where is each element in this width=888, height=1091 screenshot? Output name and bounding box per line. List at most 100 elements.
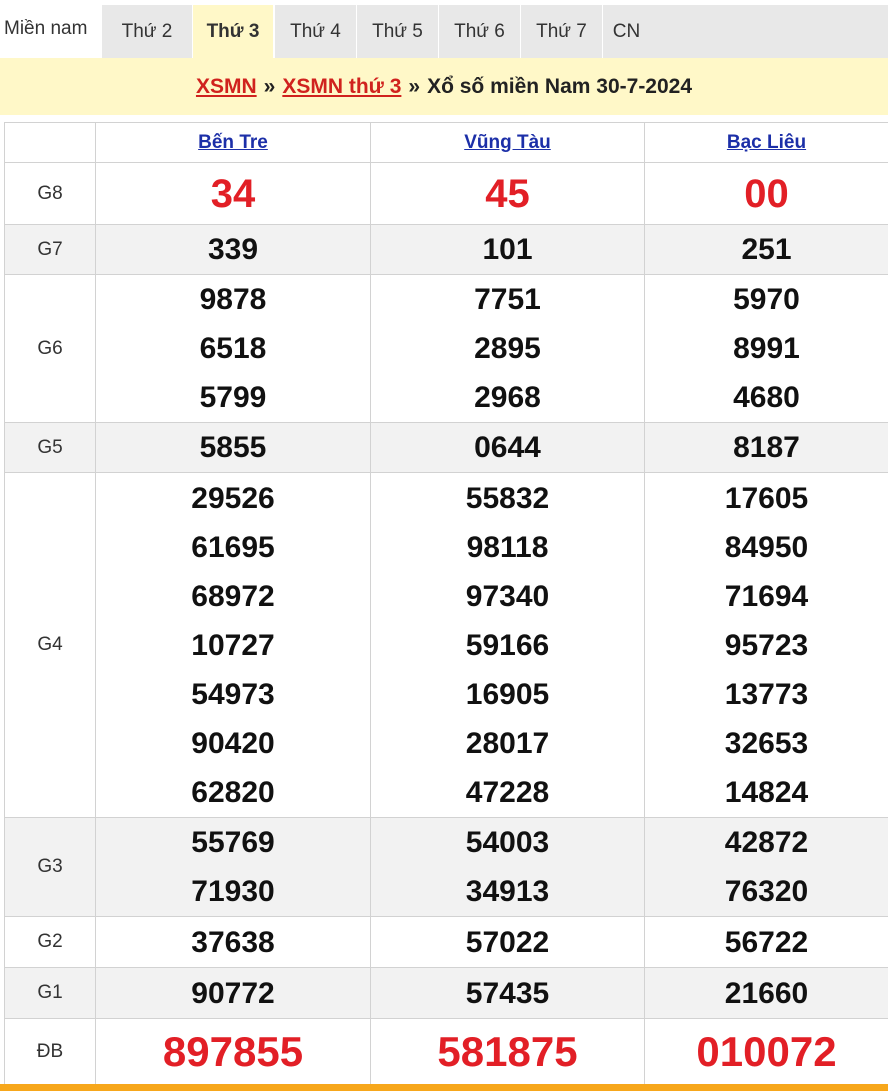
prize-number: 00 [744, 171, 789, 216]
prize-number: 37638 [191, 925, 275, 959]
prize-number: 98118 [466, 530, 549, 564]
prize-cell: 21660 [644, 967, 888, 1019]
prize-number: 97340 [465, 579, 550, 613]
prize-number: 54973 [191, 677, 275, 711]
prize-cell: 339 [95, 224, 371, 275]
prize-row-g1: G1 90772 57435 21660 [4, 967, 888, 1019]
prize-number: 34913 [465, 875, 550, 908]
prize-label: G2 [4, 916, 96, 968]
province-link-vung-tau[interactable]: Vũng Tàu [464, 132, 551, 153]
prize-number: 62820 [191, 775, 275, 809]
prize-row-g6: G6 9878 6518 5799 7751 2895 2968 5970 8991 4680 [4, 274, 888, 423]
prize-label: G6 [4, 274, 96, 423]
province-header: Bạc Liêu [644, 122, 888, 163]
prize-cell: 5970 8991 4680 [644, 274, 888, 423]
tab-thu-3[interactable]: Thứ 3 [192, 5, 274, 58]
xsmn-link[interactable]: XSMN [196, 75, 257, 99]
prize-row-g7: G7 339 101 251 [4, 224, 888, 275]
province-link-bac-lieu[interactable]: Bạc Liêu [727, 132, 806, 153]
tab-thu-7[interactable]: Thứ 7 [520, 5, 602, 58]
prize-number: 42872 [724, 826, 809, 859]
prize-number: 55769 [191, 826, 275, 859]
prize-cell: 8187 [644, 422, 888, 473]
prize-number: 8187 [733, 431, 800, 464]
breadcrumb-separator: » [263, 74, 276, 98]
prize-row-g4: G4 29526 61695 68972 10727 54973 90420 62820 558… [4, 472, 888, 818]
prize-cell: 101 [370, 224, 645, 275]
prize-label: G4 [4, 472, 96, 818]
xsmn-thu-3-link[interactable]: XSMN thứ 3 [282, 75, 401, 99]
prize-cell: 90772 [95, 967, 371, 1019]
prize-number: 9878 [199, 283, 267, 316]
breadcrumb-separator: » [408, 74, 421, 98]
prize-label: G3 [4, 817, 96, 917]
prize-number: 251 [741, 233, 792, 266]
tab-thu-2[interactable]: Thứ 2 [101, 5, 192, 58]
prize-number: 59166 [465, 628, 550, 662]
prize-cell: 251 [644, 224, 888, 275]
prize-number: 32653 [724, 726, 809, 760]
prize-row-g3: G3 55769 71930 54003 34913 42872 76320 [4, 817, 888, 917]
prize-number: 55832 [465, 481, 550, 515]
prize-cell: 55832 98118 97340 59166 16905 28017 47228 [370, 472, 645, 818]
province-link-ben-tre[interactable]: Bến Tre [198, 132, 268, 153]
province-header-row: Bến Tre Vũng Tàu Bạc Liêu [4, 122, 888, 163]
prize-cell: 45 [370, 162, 645, 225]
prize-number: 2895 [474, 332, 541, 365]
prize-number: 339 [207, 233, 259, 266]
tab-thu-6[interactable]: Thứ 6 [438, 5, 520, 58]
prize-cell: 57022 [370, 916, 645, 968]
prize-cell: 17605 84950 71694 95723 13773 32653 14824 [644, 472, 888, 818]
prize-number: 16905 [465, 677, 550, 711]
prize-number: 14824 [724, 775, 809, 809]
prize-number: 0644 [474, 431, 541, 464]
prize-number: 581875 [437, 1028, 578, 1075]
province-header: Bến Tre [95, 122, 371, 163]
prize-number: 84950 [724, 530, 809, 564]
prize-number: 29526 [191, 481, 275, 515]
prize-number: 4680 [733, 381, 800, 414]
prize-cell: 7751 2895 2968 [370, 274, 645, 423]
prize-cell: 37638 [95, 916, 371, 968]
prize-number: 61695 [191, 530, 275, 564]
prize-number: 2968 [474, 381, 541, 414]
prize-number: 7751 [474, 283, 541, 316]
bottom-accent-bar [0, 1084, 888, 1091]
tab-thu-5[interactable]: Thứ 5 [356, 5, 438, 58]
prize-label: ĐB [4, 1018, 96, 1086]
prize-number: 13773 [724, 677, 809, 711]
empty-header-cell [4, 122, 96, 163]
page-title: Xổ số miền Nam 30-7-2024 [427, 74, 693, 98]
prize-number: 57435 [465, 976, 550, 1010]
province-header: Vũng Tàu [370, 122, 645, 163]
prize-label: G5 [4, 422, 96, 473]
prize-row-g2: G2 37638 57022 56722 [4, 916, 888, 968]
prize-row-g5: G5 5855 0644 8187 [4, 422, 888, 473]
tab-cn[interactable]: CN [602, 5, 650, 58]
prize-number: 76320 [724, 875, 809, 908]
tab-thu-4[interactable]: Thứ 4 [274, 5, 356, 58]
prize-cell: 9878 6518 5799 [95, 274, 371, 423]
prize-cell: 54003 34913 [370, 817, 645, 917]
prize-cell: 0644 [370, 422, 645, 473]
prize-cell: 57435 [370, 967, 645, 1019]
prize-number: 45 [485, 171, 530, 216]
prize-number: 6518 [199, 332, 267, 365]
prize-number: 68972 [191, 579, 275, 613]
prize-cell: 56722 [644, 916, 888, 968]
prize-number: 28017 [465, 726, 550, 760]
prize-number: 57022 [465, 925, 550, 959]
prize-number: 90420 [191, 726, 275, 760]
lottery-results-table: Bến Tre Vũng Tàu Bạc Liêu G8 34 45 00 G7 339… [4, 122, 888, 1086]
prize-label: G7 [4, 224, 96, 275]
prize-cell: 55769 71930 [95, 817, 371, 917]
prize-number: 34 [210, 171, 256, 216]
prize-cell: 5855 [95, 422, 371, 473]
prize-cell: 010072 [644, 1018, 888, 1086]
tab-mien-nam[interactable]: Miền nam [0, 0, 101, 58]
prize-number: 010072 [696, 1028, 837, 1075]
prize-number: 897855 [162, 1028, 304, 1075]
prize-row-special: ĐB 897855 581875 010072 [4, 1018, 888, 1086]
prize-number: 21660 [724, 976, 809, 1010]
prize-number: 71930 [191, 875, 275, 908]
